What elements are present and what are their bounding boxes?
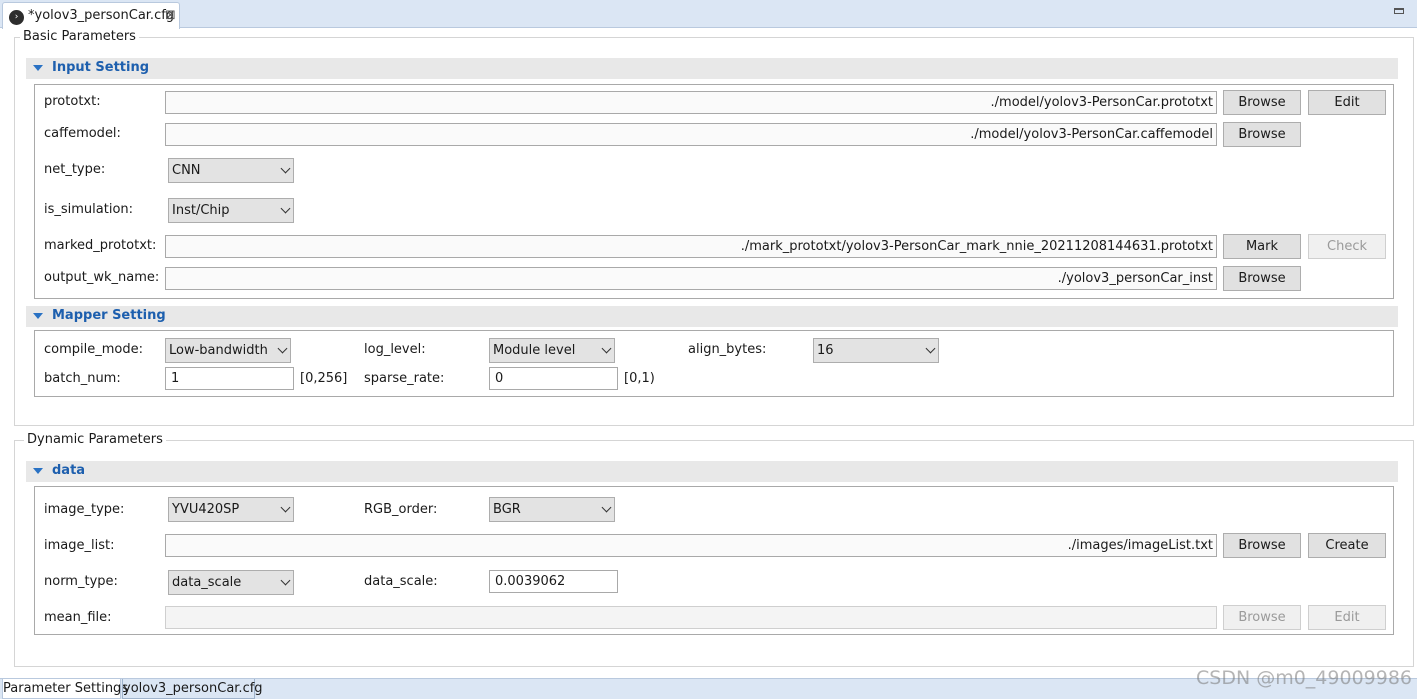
compile-mode-select[interactable]: Low-bandwidth xyxy=(165,338,291,363)
net-type-value: CNN xyxy=(172,163,201,178)
output-wk-name-label: output_wk_name: xyxy=(44,270,160,285)
mean-file-field[interactable] xyxy=(165,606,1217,629)
align-bytes-label: align_bytes: xyxy=(688,342,767,357)
editor-tab[interactable]: › *yolov3_personCar.cfg ⊠ xyxy=(2,2,180,29)
prototxt-browse-button[interactable]: Browse xyxy=(1223,90,1301,115)
chevron-down-icon xyxy=(601,502,612,513)
minimize-icon[interactable] xyxy=(1394,8,1404,14)
image-type-label: image_type: xyxy=(44,502,125,517)
caffemodel-browse-button[interactable]: Browse xyxy=(1223,122,1301,147)
marked-prototxt-label: marked_prototxt: xyxy=(44,238,157,253)
mapper-setting-title: Mapper Setting xyxy=(52,308,166,323)
rgb-order-value: BGR xyxy=(493,502,521,517)
net-type-label: net_type: xyxy=(44,162,106,177)
check-button[interactable]: Check xyxy=(1308,234,1386,259)
input-setting-header[interactable]: Input Setting xyxy=(26,58,1398,79)
chevron-down-icon xyxy=(280,575,291,586)
chevron-down-icon xyxy=(280,203,291,214)
norm-type-value: data_scale xyxy=(172,575,242,590)
batch-num-range: [0,256] xyxy=(300,371,348,386)
align-bytes-value: 16 xyxy=(817,343,834,358)
tab-cfg-source[interactable]: yolov3_personCar.cfg xyxy=(122,679,263,699)
is-simulation-value: Inst/Chip xyxy=(172,203,230,218)
collapse-arrow-icon[interactable] xyxy=(33,468,43,474)
prototxt-label: prototxt: xyxy=(44,94,101,109)
chevron-down-icon xyxy=(277,343,288,354)
marked-prototxt-field[interactable]: ./mark_prototxt/yolov3-PersonCar_mark_nn… xyxy=(165,235,1217,258)
data-scale-input[interactable]: 0.0039062 xyxy=(489,570,618,593)
mark-button[interactable]: Mark xyxy=(1223,234,1301,259)
sparse-rate-range: [0,1) xyxy=(624,371,655,386)
image-type-select[interactable]: YVU420SP xyxy=(168,497,294,522)
image-list-browse-button[interactable]: Browse xyxy=(1223,533,1301,558)
output-wk-name-field[interactable]: ./yolov3_personCar_inst xyxy=(165,267,1217,290)
rgb-order-label: RGB_order: xyxy=(364,502,438,517)
rgb-order-select[interactable]: BGR xyxy=(489,497,615,522)
data-section-header[interactable]: data xyxy=(26,461,1398,482)
batch-num-input[interactable]: 1 xyxy=(165,367,294,390)
norm-type-select[interactable]: data_scale xyxy=(168,570,294,595)
data-scale-label: data_scale: xyxy=(364,574,438,589)
image-type-value: YVU420SP xyxy=(172,502,240,517)
editor-tab-bar xyxy=(0,0,1417,28)
collapse-arrow-icon[interactable] xyxy=(33,65,43,71)
mean-file-browse-button[interactable]: Browse xyxy=(1223,605,1301,630)
image-list-label: image_list: xyxy=(44,538,115,553)
caffemodel-field[interactable]: ./model/yolov3-PersonCar.caffemodel xyxy=(165,123,1217,146)
basic-parameters-title: Basic Parameters xyxy=(20,29,139,44)
input-setting-title: Input Setting xyxy=(52,60,150,75)
prototxt-edit-button[interactable]: Edit xyxy=(1308,90,1386,115)
close-icon[interactable]: ⊠ xyxy=(165,8,176,23)
editor-tab-title: *yolov3_personCar.cfg xyxy=(28,8,175,23)
mean-file-label: mean_file: xyxy=(44,610,112,625)
norm-type-label: norm_type: xyxy=(44,574,118,589)
chevron-down-icon xyxy=(925,343,936,354)
caffemodel-label: caffemodel: xyxy=(44,126,121,141)
tab-parameter-settings[interactable]: Parameter Settings xyxy=(2,679,128,699)
mean-file-edit-button[interactable]: Edit xyxy=(1308,605,1386,630)
image-list-field[interactable]: ./images/imageList.txt xyxy=(165,534,1217,557)
chevron-down-icon xyxy=(280,163,291,174)
run-icon: › xyxy=(9,10,24,25)
net-type-select[interactable]: CNN xyxy=(168,158,294,183)
sparse-rate-label: sparse_rate: xyxy=(364,371,445,386)
mapper-setting-header[interactable]: Mapper Setting xyxy=(26,306,1398,327)
chevron-down-icon xyxy=(280,502,291,513)
chevron-down-icon xyxy=(601,343,612,354)
compile-mode-label: compile_mode: xyxy=(44,342,143,357)
log-level-label: log_level: xyxy=(364,342,426,357)
sparse-rate-input[interactable]: 0 xyxy=(489,367,618,390)
data-section-title: data xyxy=(52,463,86,478)
image-list-create-button[interactable]: Create xyxy=(1308,533,1386,558)
compile-mode-value: Low-bandwidth xyxy=(169,343,268,358)
batch-num-label: batch_num: xyxy=(44,371,121,386)
dynamic-parameters-title: Dynamic Parameters xyxy=(24,432,166,447)
collapse-arrow-icon[interactable] xyxy=(33,313,43,319)
is-simulation-label: is_simulation: xyxy=(44,202,134,217)
watermark: CSDN @m0_49009986 xyxy=(1196,667,1413,689)
log-level-value: Module level xyxy=(493,343,576,358)
output-wk-browse-button[interactable]: Browse xyxy=(1223,266,1301,291)
is-simulation-select[interactable]: Inst/Chip xyxy=(168,198,294,223)
prototxt-field[interactable]: ./model/yolov3-PersonCar.prototxt xyxy=(165,91,1217,114)
align-bytes-select[interactable]: 16 xyxy=(813,338,939,363)
log-level-select[interactable]: Module level xyxy=(489,338,615,363)
